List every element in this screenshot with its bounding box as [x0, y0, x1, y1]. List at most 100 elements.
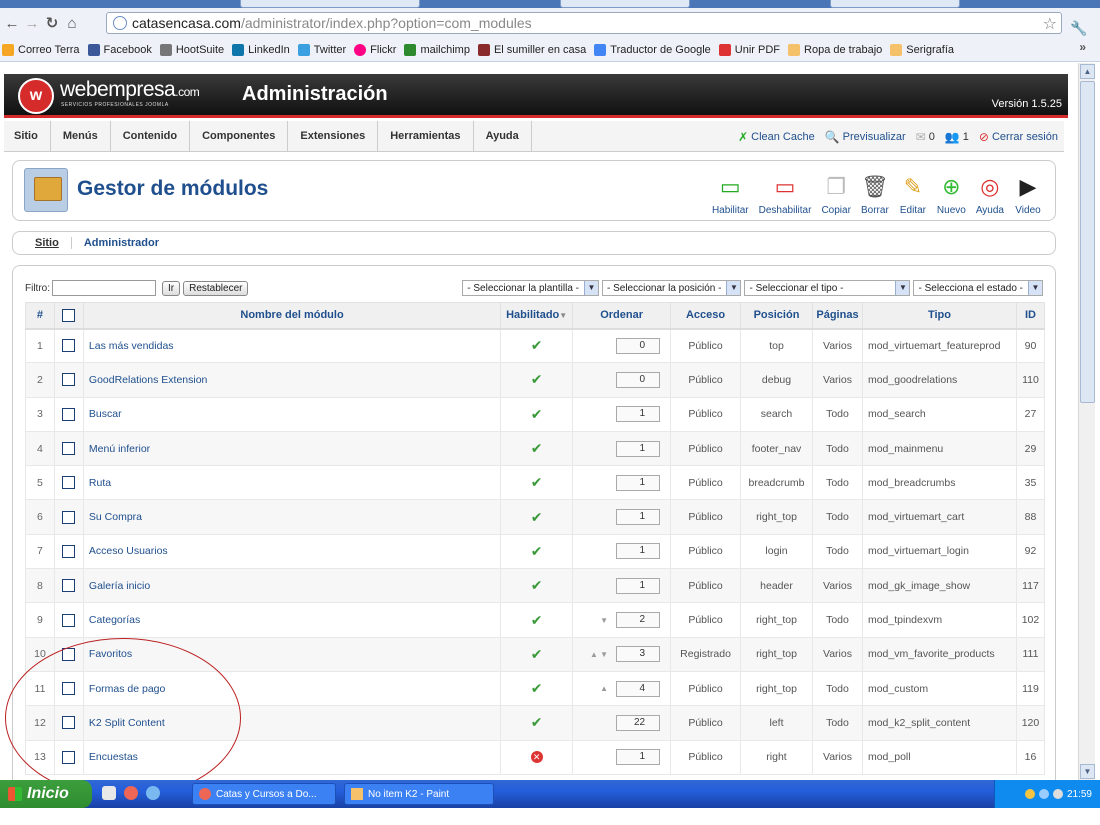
- go-button[interactable]: Ir: [162, 280, 181, 296]
- bookmark-item[interactable]: mailchimp: [404, 43, 470, 56]
- order-input[interactable]: 1: [616, 749, 661, 766]
- state-select[interactable]: - Selecciona el estado - ▼: [913, 280, 1043, 296]
- row-checkbox[interactable]: [62, 716, 76, 730]
- browser-tab[interactable]: [240, 0, 420, 8]
- menu-ayuda[interactable]: Ayuda: [474, 120, 532, 152]
- order-input[interactable]: 2: [616, 612, 661, 629]
- col-name[interactable]: Nombre del módulo: [82, 302, 502, 330]
- enabled-check-icon[interactable]: ✔: [531, 714, 543, 730]
- start-button[interactable]: Inicio: [0, 780, 92, 808]
- access-link[interactable]: Público: [670, 499, 742, 535]
- filter-input[interactable]: [52, 280, 156, 296]
- access-link[interactable]: Público: [670, 568, 742, 604]
- browser-tab[interactable]: [560, 0, 690, 8]
- delete-button[interactable]: 🗑 Borrar: [856, 166, 894, 216]
- chevron-right-icon[interactable]: »: [1079, 40, 1086, 54]
- order-input[interactable]: 1: [616, 509, 661, 526]
- chrome-icon[interactable]: [124, 786, 138, 800]
- module-name-link[interactable]: Encuestas: [82, 739, 502, 775]
- bookmark-item[interactable]: Traductor de Google: [594, 43, 711, 56]
- disabled-x-icon[interactable]: ✕: [530, 751, 543, 764]
- order-input[interactable]: 1: [616, 440, 661, 457]
- video-button[interactable]: ▶ Video: [1009, 166, 1047, 216]
- row-checkbox[interactable]: [62, 339, 76, 353]
- users-count[interactable]: 👥 1: [945, 130, 969, 144]
- menu-extensiones[interactable]: Extensiones: [288, 120, 379, 152]
- access-link[interactable]: Público: [670, 602, 742, 638]
- home-icon[interactable]: ⌂: [62, 13, 82, 33]
- bookmark-item[interactable]: Correo Terra: [2, 43, 80, 56]
- row-checkbox[interactable]: [62, 579, 76, 593]
- enabled-check-icon[interactable]: ✔: [531, 509, 543, 525]
- col-access[interactable]: Acceso: [670, 302, 742, 330]
- preview-link[interactable]: 🔍 Previsualizar: [825, 130, 906, 144]
- vertical-scrollbar[interactable]: ▲ ▼: [1078, 63, 1095, 780]
- access-link[interactable]: Público: [670, 739, 742, 775]
- type-select[interactable]: - Seleccionar el tipo - ▼: [744, 280, 911, 296]
- shield-icon[interactable]: [1024, 789, 1035, 799]
- menu-sitio[interactable]: Sitio: [4, 120, 51, 152]
- bookmark-item[interactable]: El sumiller en casa: [477, 43, 586, 56]
- row-checkbox[interactable]: [62, 682, 76, 696]
- module-name-link[interactable]: GoodRelations Extension: [82, 362, 502, 398]
- reorder-arrows-icon[interactable]: ▼: [600, 616, 608, 625]
- enabled-check-icon[interactable]: ✔: [531, 646, 543, 662]
- enabled-check-icon[interactable]: ✔: [531, 612, 543, 628]
- order-input[interactable]: 0: [616, 371, 661, 388]
- bookmark-item[interactable]: Ropa de trabajo: [788, 43, 882, 56]
- copy-button[interactable]: ❐ Copiar: [816, 166, 855, 216]
- module-name-link[interactable]: Acceso Usuarios: [82, 533, 502, 570]
- order-input[interactable]: 4: [616, 680, 661, 697]
- bookmark-item[interactable]: Facebook: [87, 43, 152, 56]
- col-id[interactable]: ID: [1015, 302, 1046, 330]
- network-icon[interactable]: [1038, 789, 1049, 799]
- order-input[interactable]: 1: [616, 406, 661, 423]
- access-link[interactable]: Registrado: [670, 636, 742, 672]
- module-name-link[interactable]: Menú inferior: [82, 430, 502, 467]
- back-icon[interactable]: ←: [2, 13, 22, 33]
- scroll-down-icon[interactable]: ▼: [1080, 764, 1095, 779]
- module-name-link[interactable]: Favoritos: [82, 636, 502, 672]
- browser-tab[interactable]: [830, 0, 960, 8]
- order-input[interactable]: 1: [616, 543, 661, 560]
- address-bar[interactable]: catasencasa.com/administrator/index.php?…: [106, 12, 1062, 34]
- bookmark-item[interactable]: Serigrafía: [890, 43, 954, 56]
- disable-button[interactable]: ▭ Deshabilitar: [754, 166, 817, 216]
- tab-administrator[interactable]: Administrador: [72, 237, 171, 249]
- bookmark-item[interactable]: Unir PDF: [718, 43, 780, 56]
- enabled-check-icon[interactable]: ✔: [531, 337, 543, 353]
- bookmark-item[interactable]: Flickr: [354, 43, 396, 56]
- clean-cache-link[interactable]: ✗ Clean Cache: [738, 130, 815, 144]
- taskbar-task[interactable]: No item K2 - Paint: [344, 783, 494, 805]
- module-name-link[interactable]: K2 Split Content: [82, 705, 502, 741]
- bookmark-item[interactable]: LinkedIn: [232, 43, 290, 56]
- messages-count[interactable]: ✉ 0: [916, 130, 935, 144]
- enable-button[interactable]: ▭ Habilitar: [707, 166, 754, 216]
- menu-herramientas[interactable]: Herramientas: [378, 120, 474, 152]
- reload-icon[interactable]: ↻: [42, 13, 62, 33]
- menu-menus[interactable]: Menús: [51, 120, 111, 152]
- bookmark-star-icon[interactable]: ☆: [1043, 14, 1057, 34]
- enabled-check-icon[interactable]: ✔: [531, 680, 543, 696]
- logout-link[interactable]: ⊘ Cerrar sesión: [979, 130, 1058, 144]
- enabled-check-icon[interactable]: ✔: [531, 474, 543, 490]
- reorder-arrows-icon[interactable]: ▲ ▼: [590, 650, 608, 659]
- desktop-icon[interactable]: [102, 786, 116, 800]
- enabled-check-icon[interactable]: ✔: [531, 406, 543, 422]
- module-name-link[interactable]: Ruta: [82, 465, 502, 501]
- enabled-check-icon[interactable]: ✔: [531, 543, 543, 559]
- wrench-icon[interactable]: 🔧: [1070, 20, 1087, 37]
- col-pages[interactable]: Páginas: [811, 302, 863, 330]
- position-select[interactable]: - Seleccionar la posición - ▼: [601, 280, 742, 296]
- new-button[interactable]: ⊕ Nuevo: [932, 166, 971, 216]
- edit-button[interactable]: ✎ Editar: [894, 166, 932, 216]
- module-name-link[interactable]: Formas de pago: [82, 670, 502, 707]
- template-select[interactable]: - Seleccionar la plantilla - ▼: [462, 280, 599, 296]
- access-link[interactable]: Público: [670, 362, 742, 398]
- row-checkbox[interactable]: [62, 544, 76, 558]
- forward-icon[interactable]: →: [22, 13, 42, 33]
- help-button[interactable]: ◎ Ayuda: [971, 166, 1009, 216]
- module-name-link[interactable]: Su Compra: [82, 499, 502, 535]
- module-name-link[interactable]: Buscar: [82, 396, 502, 432]
- access-link[interactable]: Público: [670, 430, 742, 467]
